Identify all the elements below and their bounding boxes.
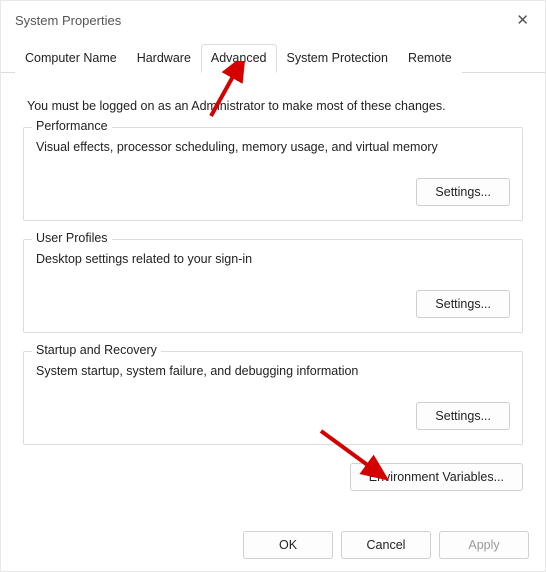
tabstrip: Computer Name Hardware Advanced System P… [1, 43, 545, 73]
close-icon[interactable]: ✕ [516, 11, 529, 29]
group-startup-legend: Startup and Recovery [32, 343, 161, 357]
performance-settings-button[interactable]: Settings... [416, 178, 510, 206]
system-properties-window: System Properties ✕ Computer Name Hardwa… [0, 0, 546, 572]
startup-settings-button[interactable]: Settings... [416, 402, 510, 430]
apply-button[interactable]: Apply [439, 531, 529, 559]
group-user-profiles: User Profiles Desktop settings related t… [23, 239, 523, 333]
group-user-profiles-desc: Desktop settings related to your sign-in [36, 252, 510, 266]
user-profiles-settings-button[interactable]: Settings... [416, 290, 510, 318]
group-performance: Performance Visual effects, processor sc… [23, 127, 523, 221]
tab-body: You must be logged on as an Administrato… [1, 73, 545, 445]
group-performance-legend: Performance [32, 119, 112, 133]
ok-button[interactable]: OK [243, 531, 333, 559]
group-startup: Startup and Recovery System startup, sys… [23, 351, 523, 445]
intro-text: You must be logged on as an Administrato… [27, 99, 519, 113]
tab-remote[interactable]: Remote [398, 44, 462, 73]
env-row: Environment Variables... [1, 463, 545, 491]
group-user-profiles-legend: User Profiles [32, 231, 112, 245]
tab-computer-name[interactable]: Computer Name [15, 44, 127, 73]
cancel-button[interactable]: Cancel [341, 531, 431, 559]
tab-system-protection[interactable]: System Protection [277, 44, 398, 73]
tab-hardware[interactable]: Hardware [127, 44, 201, 73]
group-performance-btnrow: Settings... [36, 178, 510, 206]
group-user-profiles-btnrow: Settings... [36, 290, 510, 318]
group-performance-desc: Visual effects, processor scheduling, me… [36, 140, 510, 154]
titlebar: System Properties ✕ [1, 1, 545, 39]
tab-advanced[interactable]: Advanced [201, 44, 277, 73]
group-startup-btnrow: Settings... [36, 402, 510, 430]
window-title: System Properties [15, 13, 121, 28]
footer: OK Cancel Apply [243, 531, 529, 559]
environment-variables-button[interactable]: Environment Variables... [350, 463, 523, 491]
group-startup-desc: System startup, system failure, and debu… [36, 364, 510, 378]
